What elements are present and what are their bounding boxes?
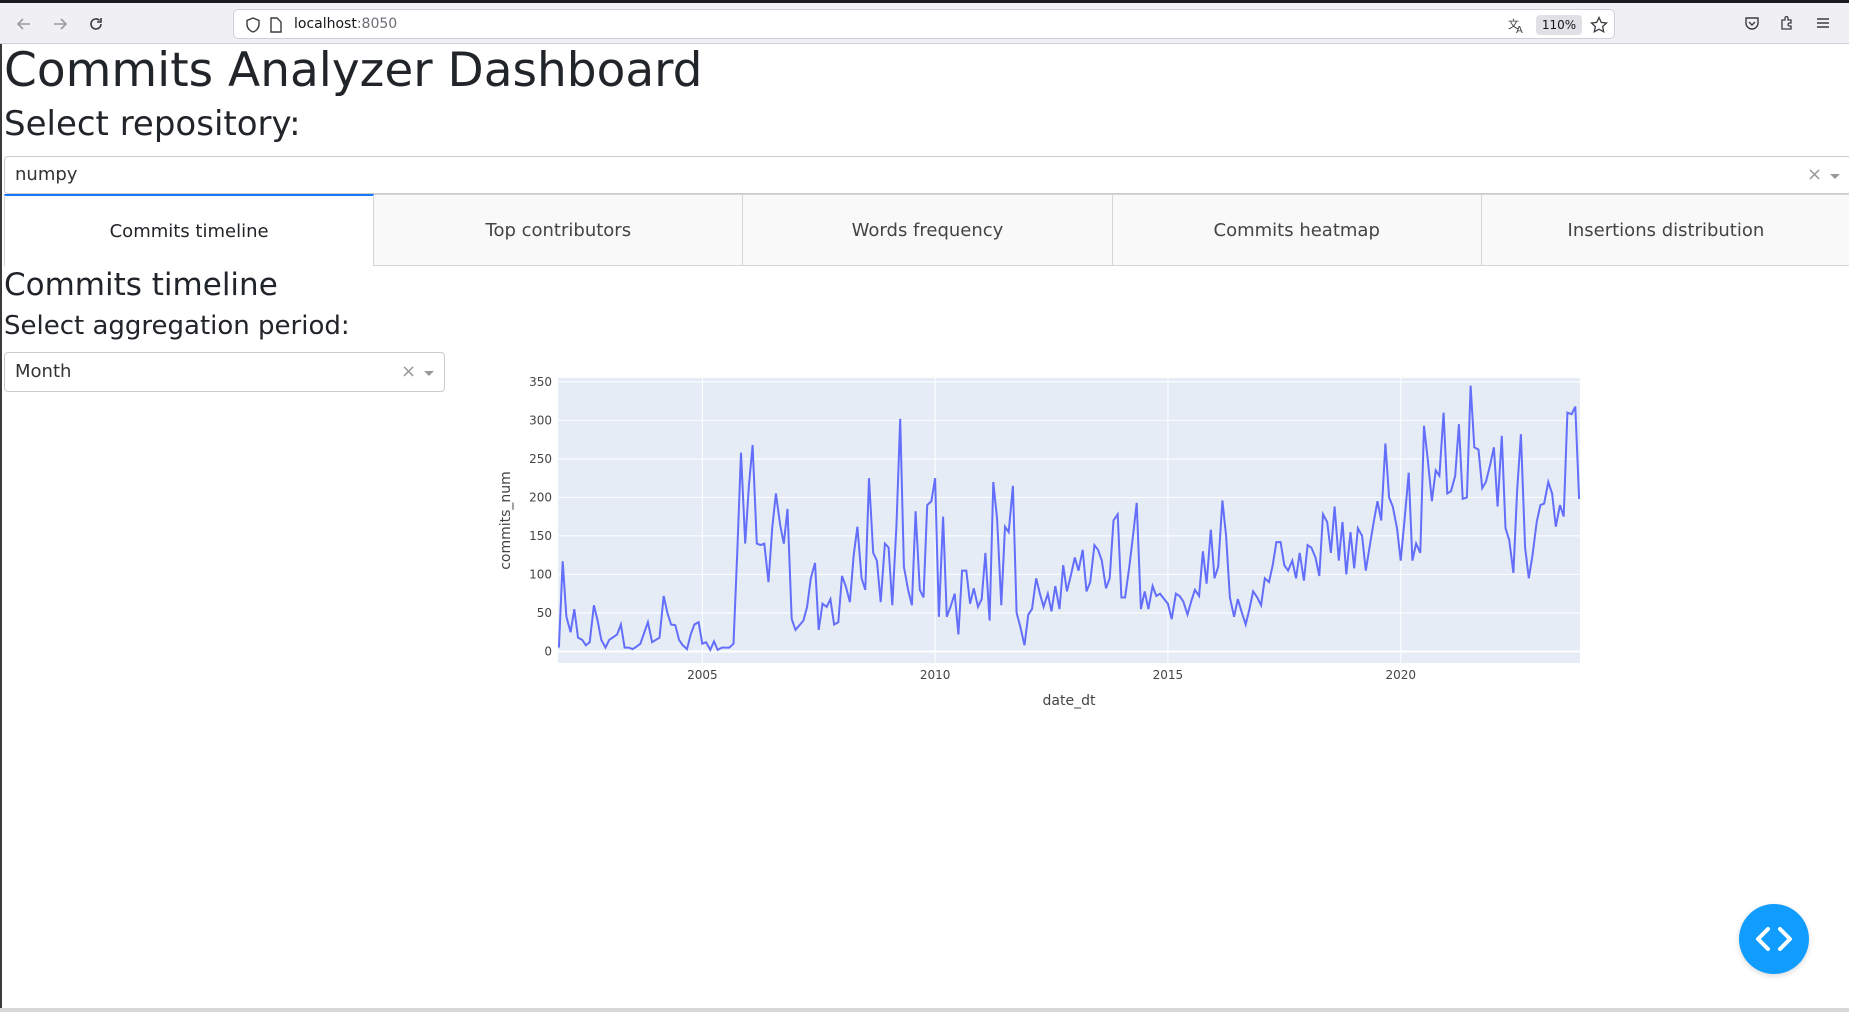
tab-insertions-distribution[interactable]: Insertions distribution xyxy=(1481,194,1849,266)
browser-toolbar: localhost:8050 文A 110% xyxy=(0,3,1849,44)
tab-top-contributors[interactable]: Top contributors xyxy=(374,194,744,266)
back-arrow-icon xyxy=(16,18,30,30)
aggregation-label: Select aggregation period: xyxy=(4,311,350,341)
url-text[interactable]: localhost:8050 xyxy=(294,16,397,32)
x-tick-label: 2015 xyxy=(1153,668,1184,682)
y-tick-label: 50 xyxy=(537,606,552,620)
aggregation-dropdown[interactable]: Month × xyxy=(4,352,445,392)
chevron-down-icon[interactable] xyxy=(424,371,434,376)
pocket-icon[interactable] xyxy=(1741,12,1763,34)
y-tick-label: 150 xyxy=(529,529,552,543)
svg-text:A: A xyxy=(1516,25,1523,34)
forward-button[interactable] xyxy=(46,10,74,38)
y-tick-label: 250 xyxy=(529,452,552,466)
back-button[interactable] xyxy=(10,10,38,38)
x-tick-label: 2010 xyxy=(920,668,951,682)
reload-icon xyxy=(90,18,102,30)
y-tick-label: 0 xyxy=(544,644,552,658)
repository-clear-icon[interactable]: × xyxy=(1807,164,1822,185)
y-tick-label: 100 xyxy=(529,567,552,581)
commits-timeline-chart[interactable]: 0 50 100 150 200 250 300 350 2005 2010 2015 2020 da… xyxy=(480,366,1780,776)
url-bar[interactable]: localhost:8050 文A 110% xyxy=(233,9,1615,39)
forward-arrow-icon xyxy=(54,18,68,30)
chevron-down-icon[interactable] xyxy=(1830,174,1840,179)
x-tick-label: 2020 xyxy=(1385,668,1416,682)
zoom-level-badge[interactable]: 110% xyxy=(1536,15,1582,35)
y-tick-label: 350 xyxy=(529,375,552,389)
debug-devtools-button[interactable] xyxy=(1739,904,1809,974)
bookmark-star-icon[interactable] xyxy=(1590,16,1608,34)
section-title: Commits timeline xyxy=(4,267,278,303)
tab-words-frequency[interactable]: Words frequency xyxy=(743,194,1113,266)
x-tick-label: 2005 xyxy=(687,668,718,682)
page-title: Commits Analyzer Dashboard xyxy=(4,43,703,98)
repository-dropdown-value: numpy xyxy=(15,164,78,185)
url-port: :8050 xyxy=(356,16,398,32)
extensions-icon[interactable] xyxy=(1776,12,1798,34)
reload-button[interactable] xyxy=(82,10,110,38)
tab-bar: Commits timeline Top contributors Words … xyxy=(4,194,1849,266)
menu-icon[interactable] xyxy=(1812,12,1834,34)
tab-commits-heatmap[interactable]: Commits heatmap xyxy=(1112,194,1482,266)
y-axis-title: commits_num xyxy=(498,471,514,570)
x-axis-title: date_dt xyxy=(1043,693,1096,709)
code-brackets-icon xyxy=(1756,927,1792,951)
shield-icon[interactable] xyxy=(246,17,260,33)
repository-dropdown[interactable]: numpy × xyxy=(4,156,1849,194)
page-icon xyxy=(270,17,282,33)
y-tick-label: 200 xyxy=(529,490,552,504)
y-tick-label: 300 xyxy=(529,413,552,427)
url-host: localhost xyxy=(294,16,357,32)
aggregation-dropdown-value: Month xyxy=(15,361,72,382)
repository-label: Select repository: xyxy=(4,104,301,144)
translate-icon[interactable]: 文A xyxy=(1508,16,1526,34)
tab-commits-timeline[interactable]: Commits timeline xyxy=(4,194,375,266)
aggregation-clear-icon[interactable]: × xyxy=(401,361,416,382)
page-bottom-border xyxy=(0,1008,1849,1012)
